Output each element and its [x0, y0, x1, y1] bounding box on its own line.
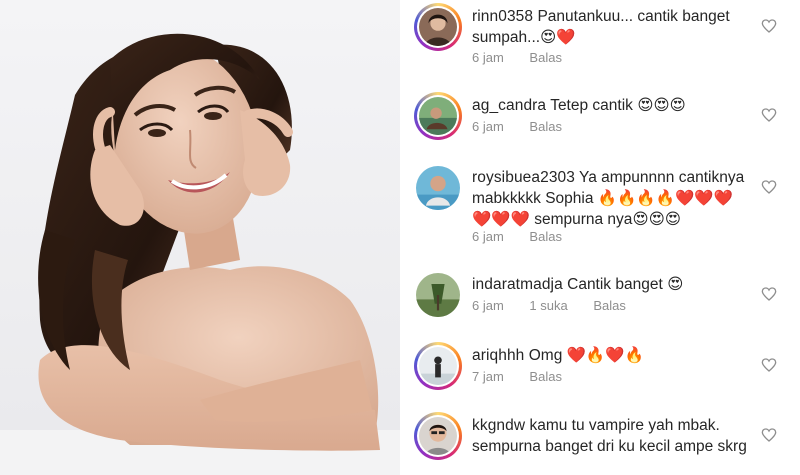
comment-text: indaratmadja Cantik banget 😍 — [472, 274, 752, 295]
heart-outline-icon[interactable] — [761, 107, 777, 123]
comment-meta: 7 jam Balas — [472, 369, 584, 384]
comment-username[interactable]: kkgndw — [472, 417, 525, 434]
comment-body: Tetep cantik 😍😍😍 — [550, 97, 686, 114]
heart-outline-icon[interactable] — [761, 357, 777, 373]
avatar-photo — [419, 347, 457, 385]
reply-button[interactable]: Balas — [529, 50, 562, 65]
heart-outline-icon[interactable] — [761, 18, 777, 34]
comment-username[interactable]: roysibuea2303 — [472, 169, 575, 186]
avatar[interactable] — [414, 164, 462, 212]
comment-time: 7 jam — [472, 369, 504, 384]
comment-time: 6 jam — [472, 229, 504, 244]
reply-button[interactable]: Balas — [593, 298, 626, 313]
post-photo — [0, 0, 400, 475]
comment-time: 6 jam — [472, 50, 504, 65]
avatar[interactable] — [414, 342, 462, 390]
comment-body: Cantik banget 😍 — [567, 276, 684, 293]
avatar-photo — [419, 417, 457, 455]
comment-username[interactable]: ag_candra — [472, 97, 546, 114]
comment-username[interactable]: indaratmadja — [472, 276, 563, 293]
comment-username[interactable]: ariqhhh — [472, 347, 524, 364]
woman-portrait-image — [0, 0, 400, 475]
comment-text: kkgndw kamu tu vampire yah mbak. sempurn… — [472, 415, 752, 457]
comment-text: ag_candra Tetep cantik 😍😍😍 — [472, 95, 752, 116]
avatar-photo — [416, 166, 460, 210]
comment-text: roysibuea2303 Ya ampunnnn cantiknya mabk… — [472, 167, 752, 230]
comment-meta: 6 jam 1 suka Balas — [472, 298, 648, 313]
comment-time: 6 jam — [472, 119, 504, 134]
reply-button[interactable]: Balas — [529, 229, 562, 244]
comment-time: 6 jam — [472, 298, 504, 313]
comment-meta: 6 jam Balas — [472, 50, 584, 65]
avatar[interactable] — [414, 92, 462, 140]
comment-username[interactable]: rinn0358 — [472, 8, 533, 25]
comments-list: rinn0358 Panutankuu... cantik banget sum… — [400, 0, 800, 475]
avatar-photo — [416, 273, 460, 317]
reply-button[interactable]: Balas — [529, 119, 562, 134]
comment-body: Omg ❤️🔥❤️🔥 — [528, 347, 644, 364]
comment-meta: 6 jam Balas — [472, 229, 584, 244]
avatar-photo — [419, 97, 457, 135]
comment-meta: 6 jam Balas — [472, 119, 584, 134]
heart-outline-icon[interactable] — [761, 427, 777, 443]
avatar[interactable] — [414, 271, 462, 319]
avatar-photo — [419, 8, 457, 46]
comment-like-count[interactable]: 1 suka — [529, 298, 567, 313]
avatar[interactable] — [414, 3, 462, 51]
comment-text: rinn0358 Panutankuu... cantik banget sum… — [472, 6, 752, 48]
reply-button[interactable]: Balas — [529, 369, 562, 384]
avatar[interactable] — [414, 412, 462, 460]
heart-outline-icon[interactable] — [761, 179, 777, 195]
heart-outline-icon[interactable] — [761, 286, 777, 302]
comment-text: ariqhhh Omg ❤️🔥❤️🔥 — [472, 345, 752, 366]
